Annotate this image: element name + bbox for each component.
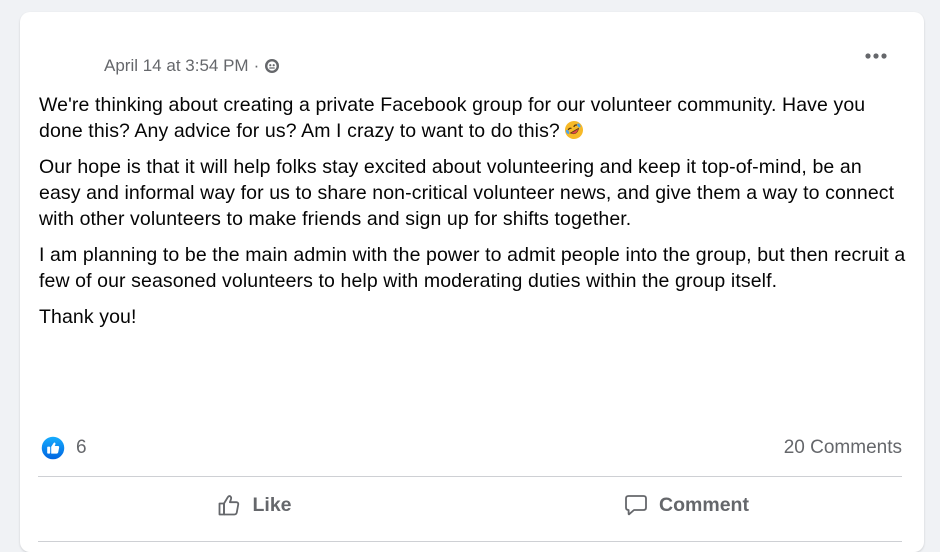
- like-button[interactable]: Like: [38, 480, 470, 530]
- reaction-summary[interactable]: 6: [40, 435, 87, 461]
- post-timestamp[interactable]: April 14 at 3:54 PM: [104, 56, 249, 76]
- post-paragraph: Thank you!: [39, 306, 137, 328]
- post-paragraph: We're thinking about creating a private …: [39, 94, 866, 142]
- meta-separator: ·: [253, 56, 260, 75]
- more-options-icon[interactable]: [862, 46, 890, 66]
- comment-bubble-icon: [625, 495, 647, 516]
- post-paragraph: Our hope is that it will help folks stay…: [39, 156, 895, 230]
- post-meta: April 14 at 3:54 PM ·: [104, 56, 280, 76]
- action-bar: Like Comment: [38, 480, 902, 530]
- post-paragraph: I am planning to be the main admin with …: [39, 244, 906, 292]
- like-button-label: Like: [252, 493, 292, 516]
- comment-button[interactable]: Comment: [470, 480, 902, 530]
- like-reaction-icon: [40, 435, 66, 461]
- comment-button-label: Comment: [659, 493, 749, 516]
- thumbs-up-icon: [219, 495, 240, 516]
- rolling-on-floor-laughing-emoji-icon: [564, 121, 583, 139]
- action-divider: [38, 476, 902, 477]
- post-body: We're thinking about creating a private …: [39, 92, 907, 340]
- bottom-divider: [38, 541, 902, 542]
- comments-count-link[interactable]: 20 Comments: [784, 437, 902, 459]
- post-card: April 14 at 3:54 PM · We're thinking abo…: [20, 12, 924, 552]
- reaction-count: 6: [76, 437, 87, 458]
- globe-icon: [265, 59, 280, 73]
